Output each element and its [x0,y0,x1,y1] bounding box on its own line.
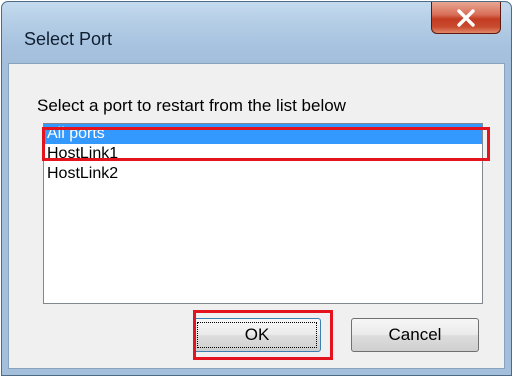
prompt-label: Select a port to restart from the list b… [37,96,346,115]
list-item-hostlink2[interactable]: HostLink2 [44,164,482,184]
select-port-dialog: Select Port Select a port to restart fro… [1,1,512,376]
close-button[interactable] [431,2,501,34]
focus-ring [197,322,317,348]
list-item-all-ports[interactable]: All ports [44,124,482,144]
ok-button[interactable]: OK [193,318,321,352]
close-icon [456,8,476,27]
port-listbox[interactable]: All ports HostLink1 HostLink2 [43,123,483,304]
title-bar[interactable]: Select Port [2,2,511,64]
cancel-button-label: Cancel [388,325,442,344]
window-title: Select Port [24,29,113,49]
cancel-button[interactable]: Cancel [351,318,479,352]
dialog-body: Select a port to restart from the list b… [8,63,505,369]
list-item-hostlink1[interactable]: HostLink1 [44,144,482,164]
